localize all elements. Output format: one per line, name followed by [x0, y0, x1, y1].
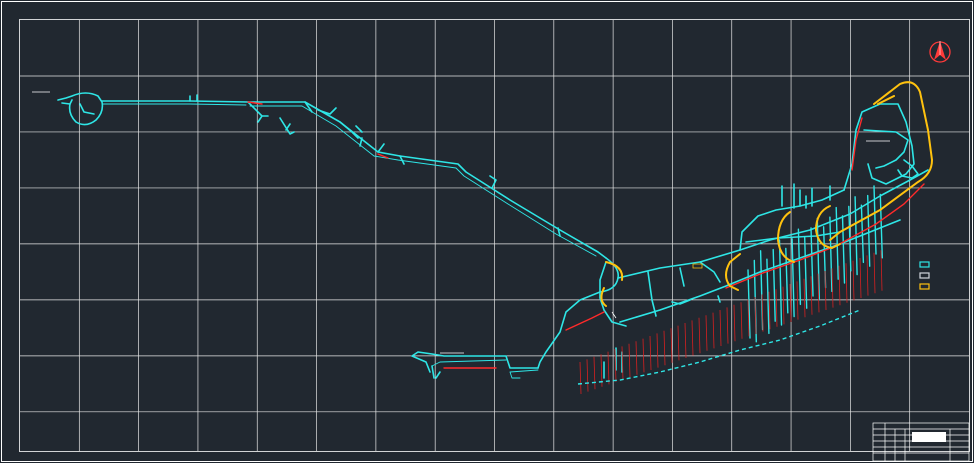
drawing-background [0, 0, 974, 463]
mine-plan-drawing [0, 0, 974, 463]
cad-drawing-viewport[interactable] [0, 0, 974, 463]
